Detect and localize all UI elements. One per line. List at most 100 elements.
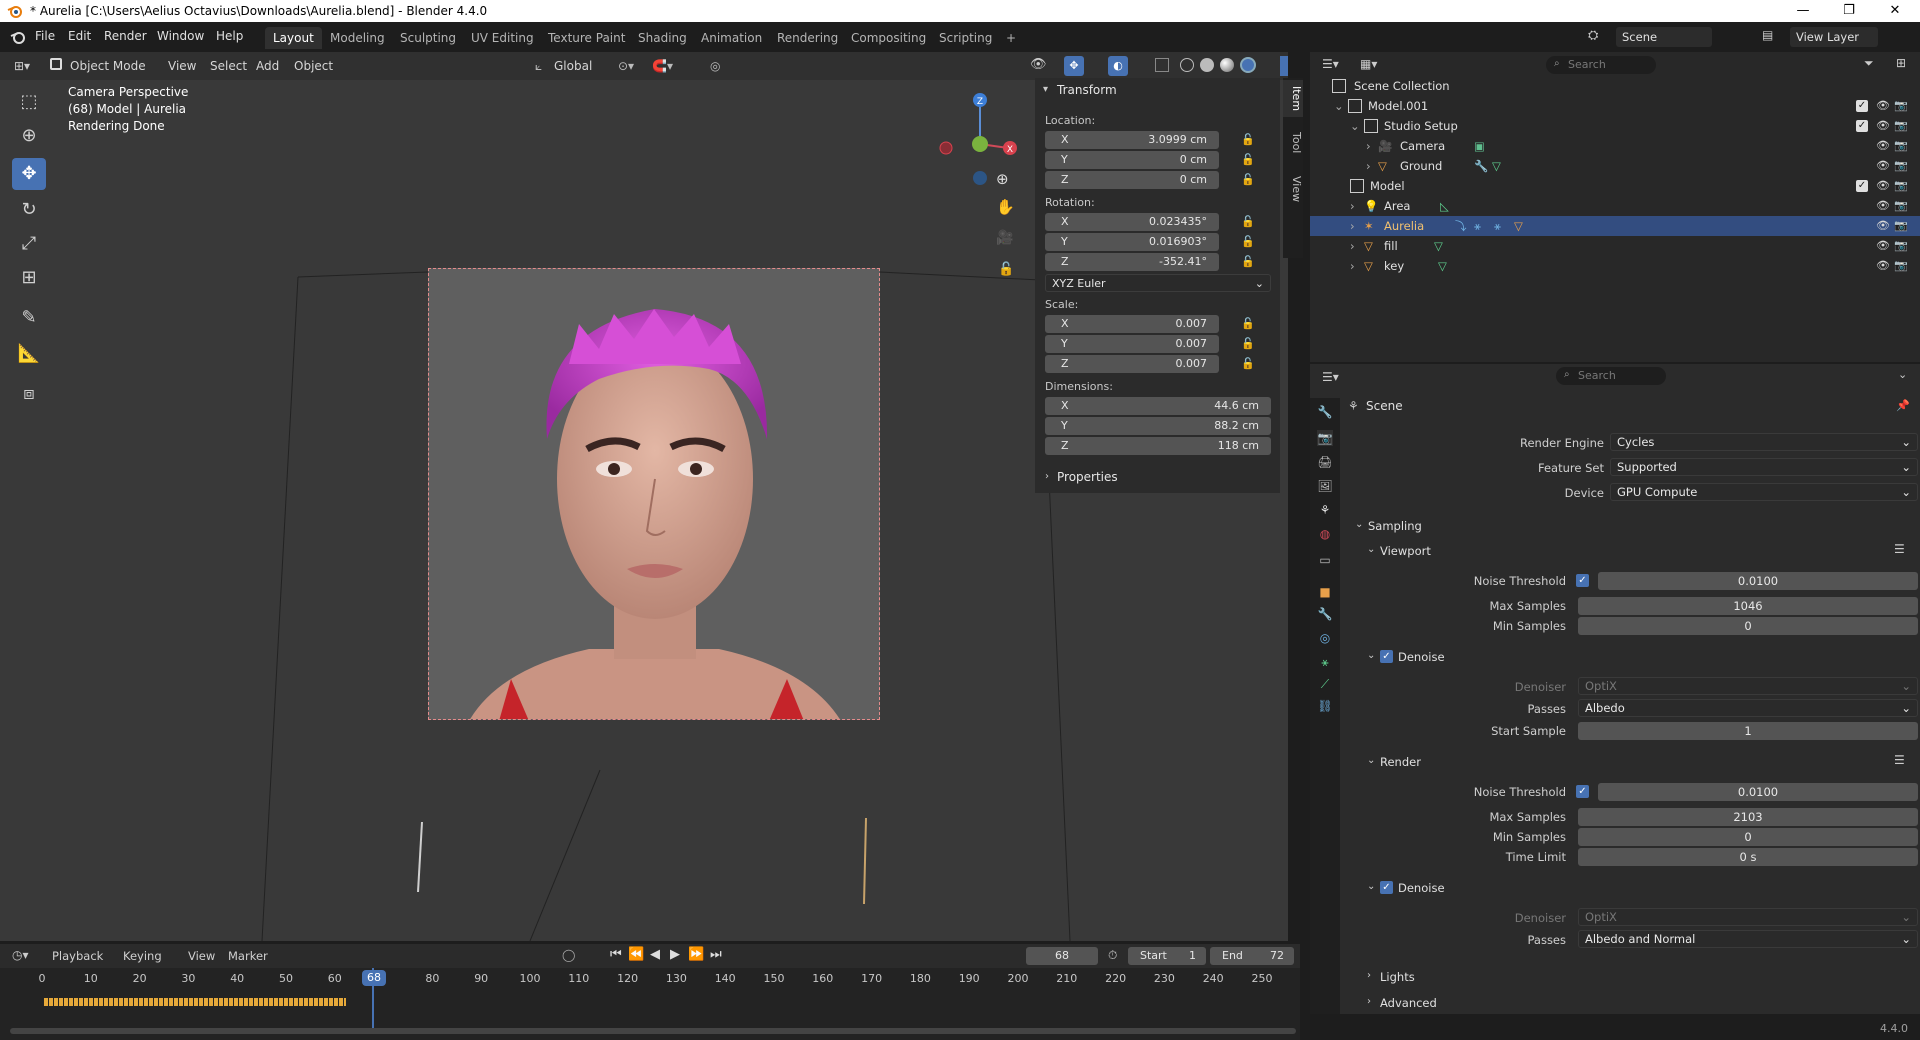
dimensions-z-field[interactable]: Z 118 cm — [1045, 437, 1271, 455]
add-workspace-button[interactable]: + — [998, 27, 1024, 49]
render-max-samples-field[interactable]: 2103 — [1578, 808, 1918, 826]
properties-expand-icon[interactable]: › — [1045, 471, 1049, 482]
render-visibility-icon[interactable]: 📷 — [1894, 216, 1908, 236]
menu-help[interactable]: Help — [216, 29, 243, 43]
eye-icon[interactable]: 👁 — [1876, 216, 1890, 236]
lock-camera-icon[interactable]: 🔓 — [998, 262, 1014, 277]
transform-section-title[interactable]: Transform — [1057, 83, 1117, 97]
tab-shading[interactable]: Shading — [630, 27, 695, 49]
jump-start-icon[interactable]: ⏮ — [610, 947, 622, 962]
pan-hand-icon[interactable]: ✋ — [996, 198, 1015, 216]
render-engine-dropdown[interactable]: Cycles ⌄ — [1610, 433, 1918, 451]
outliner-row-scene-collection[interactable]: Scene Collection — [1310, 76, 1920, 96]
collection-properties-icon[interactable]: ▭ — [1317, 552, 1333, 568]
viewport-min-samples-field[interactable]: 0 — [1578, 617, 1918, 635]
viewport-subsection[interactable]: Viewport — [1380, 544, 1431, 558]
outliner-row-aurelia[interactable]: › ✶ Aurelia ⤵ ⚹ ⚹ ▽ 👁 📷 — [1310, 216, 1920, 236]
object-properties-icon[interactable]: ■ — [1317, 584, 1333, 600]
render-visibility-icon[interactable]: 📷 — [1894, 96, 1908, 116]
eye-icon[interactable]: 👁 — [1876, 116, 1890, 136]
render-noise-threshold-field[interactable]: 0.0100 — [1598, 783, 1918, 801]
keying-menu[interactable]: Keying — [123, 949, 162, 963]
clock-icon[interactable]: ⏱ — [1108, 948, 1117, 963]
zoom-icon[interactable]: ⊕ — [996, 170, 1009, 188]
jump-end-icon[interactable]: ⏭ — [710, 947, 722, 962]
marker-menu[interactable]: Marker — [228, 949, 268, 963]
render-min-samples-field[interactable]: 0 — [1578, 828, 1918, 846]
dimensions-x-field[interactable]: X 44.6 cm — [1045, 397, 1271, 415]
render-passes-dropdown[interactable]: Albedo and Normal ⌄ — [1578, 930, 1918, 948]
timeline-view-menu[interactable]: View — [188, 949, 215, 963]
lights-subsection[interactable]: Lights — [1380, 970, 1415, 984]
location-z-field[interactable]: Z0 cm — [1045, 171, 1219, 189]
scene-icon[interactable]: ⛭ — [1588, 28, 1608, 46]
blender-menu-icon[interactable] — [10, 29, 26, 45]
lock-icon[interactable]: 🔓 — [1241, 357, 1257, 371]
sampling-collapse-icon[interactable]: ⌄ — [1355, 519, 1363, 530]
menu-file[interactable]: File — [35, 29, 55, 43]
view-layer-selector[interactable]: View Layer — [1790, 27, 1878, 47]
world-properties-icon[interactable]: ◍ — [1317, 526, 1333, 542]
tab-uv-editing[interactable]: UV Editing — [463, 27, 542, 49]
viewport-noise-threshold-checkbox[interactable]: ✓ — [1576, 574, 1589, 587]
outliner-editor-type-icon[interactable]: ☰▾ — [1322, 57, 1339, 71]
outliner-row-area[interactable]: › 💡 Area ◺ 👁 📷 — [1310, 196, 1920, 216]
tab-tool[interactable]: Tool — [1283, 126, 1303, 159]
feature-set-dropdown[interactable]: Supported ⌄ — [1610, 458, 1918, 476]
render-visibility-icon[interactable]: 📷 — [1894, 236, 1908, 256]
start-frame-field[interactable]: Start 1 — [1128, 947, 1206, 965]
outliner-row-key[interactable]: › ▽ key ▽ 👁 📷 — [1310, 256, 1920, 276]
properties-options-icon[interactable]: ⌄ — [1898, 368, 1907, 381]
eye-icon[interactable]: 👁 — [1876, 176, 1890, 196]
exclude-checkbox[interactable]: ✓ — [1856, 120, 1868, 132]
playback-menu[interactable]: Playback — [52, 949, 103, 963]
display-mode-icon[interactable]: ▦▾ — [1360, 57, 1377, 71]
render-visibility-icon[interactable]: 📷 — [1894, 136, 1908, 156]
tool-properties-icon[interactable]: 🔧 — [1317, 404, 1333, 420]
lock-icon[interactable]: 🔓 — [1241, 133, 1257, 147]
scale-z-field[interactable]: Z 0.007 — [1045, 355, 1219, 373]
scale-y-field[interactable]: Y 0.007 — [1045, 335, 1219, 353]
tab-view[interactable]: View — [1283, 170, 1303, 208]
properties-editor-type-icon[interactable]: ☰▾ — [1322, 370, 1339, 384]
pin-icon[interactable]: 📌 — [1896, 399, 1910, 412]
presets-list-icon[interactable]: ☰ — [1894, 753, 1905, 767]
next-keyframe-icon[interactable]: ⏩ — [688, 947, 704, 962]
render-visibility-icon[interactable]: 📷 — [1894, 256, 1908, 276]
playhead-frame-badge[interactable]: 68 — [362, 970, 386, 986]
scene-selector[interactable]: Scene — [1616, 27, 1712, 47]
filter-icon[interactable]: ⏷ — [1864, 56, 1874, 71]
advanced-expand-icon[interactable]: › — [1367, 996, 1371, 1007]
end-frame-field[interactable]: End 72 — [1210, 947, 1294, 965]
navigation-gizmo[interactable]: Z X — [930, 82, 1030, 192]
render-visibility-icon[interactable]: 📷 — [1894, 196, 1908, 216]
sampling-section[interactable]: Sampling — [1368, 519, 1422, 533]
tab-scripting[interactable]: Scripting — [931, 27, 1000, 49]
constraint-properties-icon[interactable]: ⛓ — [1317, 698, 1333, 714]
denoise-collapse-icon[interactable]: ⌄ — [1367, 650, 1375, 661]
camera-view-icon[interactable]: 🎥 — [996, 230, 1013, 246]
play-reverse-icon[interactable]: ◀ — [650, 947, 660, 962]
device-dropdown[interactable]: GPU Compute ⌄ — [1610, 483, 1918, 501]
timeline-scrollbar[interactable] — [10, 1028, 1296, 1034]
object-data-properties-icon[interactable]: ⚹ — [1317, 654, 1333, 670]
rotation-x-field[interactable]: X 0.023435° — [1045, 213, 1219, 231]
tab-item[interactable]: Item — [1283, 80, 1303, 118]
maximize-button[interactable]: ❐ — [1826, 0, 1872, 22]
eye-icon[interactable]: 👁 — [1876, 96, 1890, 116]
rotation-mode-dropdown[interactable]: XYZ Euler ⌄ — [1045, 274, 1271, 292]
scene-properties-icon[interactable]: ⚘ — [1317, 502, 1333, 518]
timeline-editor-type-icon[interactable]: ◷▾ — [12, 948, 29, 962]
eye-icon[interactable]: 👁 — [1876, 236, 1890, 256]
new-collection-icon[interactable]: ⊞ — [1896, 56, 1906, 70]
viewport-passes-dropdown[interactable]: Albedo ⌄ — [1578, 699, 1918, 717]
outliner-row-studio-setup[interactable]: ⌄ Studio Setup ✓ 👁 📷 — [1310, 116, 1920, 136]
lock-icon[interactable]: 🔓 — [1241, 255, 1257, 269]
auto-keying-icon[interactable]: ◯ — [562, 948, 575, 962]
viewport-start-sample-field[interactable]: 1 — [1578, 722, 1918, 740]
denoise-collapse-icon[interactable]: ⌄ — [1367, 881, 1375, 892]
tab-compositing[interactable]: Compositing — [843, 27, 934, 49]
outliner-row-model[interactable]: Model ✓ 👁 📷 — [1310, 176, 1920, 196]
lock-icon[interactable]: 🔓 — [1241, 153, 1257, 167]
dimensions-y-field[interactable]: Y 88.2 cm — [1045, 417, 1271, 435]
